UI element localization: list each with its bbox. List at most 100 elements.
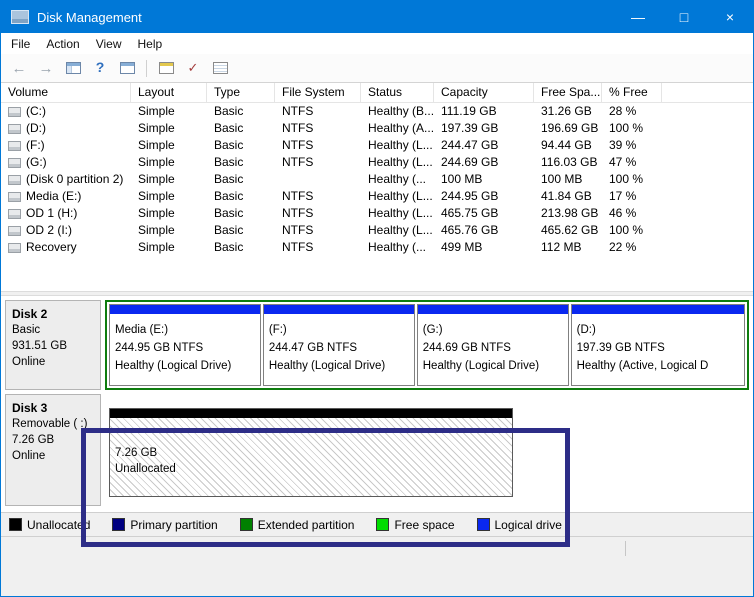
column-header[interactable]: File System	[275, 83, 361, 102]
close-button[interactable]: ×	[707, 1, 753, 33]
logical-drive-color-bar	[263, 305, 414, 314]
free-space-cell: 196.69 GB	[541, 121, 599, 135]
pct-free-cell: 100 %	[609, 223, 644, 237]
app-icon	[11, 10, 29, 24]
column-header[interactable]: Type	[207, 83, 275, 102]
partition-size: 244.47 GB NTFS	[268, 342, 358, 354]
disk-name: Disk 3	[12, 401, 48, 415]
drive-icon	[8, 191, 21, 202]
volume-row[interactable]: (F:) Simple Basic NTFS Healthy (L... 244…	[1, 137, 753, 154]
volume-row[interactable]: (C:) Simple Basic NTFS Healthy (B... 111…	[1, 103, 753, 120]
file-system-cell: NTFS	[282, 189, 314, 203]
type-cell: Basic	[214, 138, 244, 152]
volume-list-body: (C:) Simple Basic NTFS Healthy (B... 111…	[1, 103, 753, 256]
pct-free-cell: 100 %	[609, 121, 644, 135]
file-system-cell: NTFS	[282, 104, 314, 118]
partition[interactable]: (G:) 244.69 GB NTFS Healthy (Logical Dri…	[416, 304, 569, 386]
free-space-cell: 213.98 GB	[541, 206, 599, 220]
volume-row[interactable]: OD 1 (H:) Simple Basic NTFS Healthy (L..…	[1, 205, 753, 222]
disk-type: Removable ( :)	[12, 418, 88, 430]
volume-row[interactable]: Media (E:) Simple Basic NTFS Healthy (L.…	[1, 188, 753, 205]
unallocated-color-bar	[110, 409, 512, 418]
maximize-button[interactable]: □	[661, 1, 707, 33]
layout-cell: Simple	[138, 206, 175, 220]
column-header[interactable]: Volume	[1, 83, 131, 102]
unallocated-info: 7.26 GB Unallocated	[110, 418, 512, 477]
disk3-label[interactable]: Disk 3 Removable ( :) 7.26 GB Online	[5, 394, 101, 506]
console-tree-button[interactable]	[61, 57, 85, 79]
disk-name: Disk 2	[12, 307, 48, 321]
title-bar[interactable]: Disk Management — □ ×	[1, 1, 753, 33]
pct-free-cell: 39 %	[609, 138, 637, 152]
show-hide-pane-icon	[119, 62, 135, 74]
graphical-view: Disk 2 Basic 931.51 GB Online Media (E:)…	[1, 296, 753, 512]
menu-item[interactable]: File	[3, 35, 38, 53]
show-hide-pane-button[interactable]	[115, 57, 139, 79]
volume-row[interactable]: (D:) Simple Basic NTFS Healthy (A... 197…	[1, 120, 753, 137]
volume-row[interactable]: (G:) Simple Basic NTFS Healthy (L... 244…	[1, 154, 753, 171]
free-space-cell: 116.03 GB	[541, 155, 598, 169]
volume-cell: (G:)	[1, 154, 131, 171]
disk-size: 7.26 GB	[12, 434, 55, 446]
free-space-cell: 465.62 GB	[541, 223, 599, 237]
properties-list-button[interactable]	[208, 57, 232, 79]
drive-icon	[8, 140, 21, 151]
free-space-cell: 94.44 GB	[541, 138, 592, 152]
logical-drive-color-bar	[571, 305, 744, 314]
capacity-cell: 100 MB	[441, 172, 483, 186]
capacity-cell: 244.47 GB	[441, 138, 499, 152]
unallocated-partition[interactable]: 7.26 GB Unallocated	[109, 408, 513, 497]
back-button[interactable]: ←	[7, 57, 31, 79]
volume-row[interactable]: Recovery Simple Basic NTFS Healthy (... …	[1, 239, 753, 256]
column-header[interactable]: Status	[361, 83, 434, 102]
partition-name: (D:)	[576, 324, 596, 336]
legend-bar: Unallocated Primary partition Extended p…	[1, 512, 753, 536]
export-list-button[interactable]	[154, 57, 178, 79]
capacity-cell: 465.75 GB	[441, 206, 499, 220]
layout-cell: Simple	[138, 189, 175, 203]
type-cell: Basic	[214, 104, 244, 118]
file-system-cell: NTFS	[282, 206, 314, 220]
type-cell: Basic	[214, 223, 244, 237]
partition[interactable]: Media (E:) 244.95 GB NTFS Healthy (Logic…	[109, 304, 261, 386]
column-header[interactable]: Layout	[131, 83, 207, 102]
partition-size: 197.39 GB NTFS	[576, 342, 665, 354]
forward-button[interactable]: →	[34, 57, 58, 79]
disk-status: Online	[12, 356, 46, 368]
menu-item[interactable]: Action	[38, 35, 87, 53]
volume-cell: OD 2 (I:)	[1, 222, 131, 239]
disk2-label[interactable]: Disk 2 Basic 931.51 GB Online	[5, 300, 101, 390]
menu-item[interactable]: View	[88, 35, 130, 53]
volume-name: (Disk 0 partition 2)	[26, 172, 124, 186]
status-cell: Healthy (L...	[368, 155, 433, 169]
partition-size: 244.69 GB NTFS	[422, 342, 511, 354]
volume-list-header: Volume Layout Type File System Status Ca…	[1, 83, 753, 103]
pct-free-cell: 46 %	[609, 206, 637, 220]
column-header[interactable]: Capacity	[434, 83, 534, 102]
help-button[interactable]	[88, 57, 112, 79]
volume-row[interactable]: (Disk 0 partition 2) Simple Basic Health…	[1, 171, 753, 188]
partition[interactable]: (F:) 244.47 GB NTFS Healthy (Logical Dri…	[262, 304, 415, 386]
menu-item[interactable]: Help	[130, 35, 171, 53]
minimize-button[interactable]: —	[615, 1, 661, 33]
capacity-cell: 111.19 GB	[441, 104, 497, 118]
type-cell: Basic	[214, 240, 244, 254]
volume-cell: (C:)	[1, 103, 131, 120]
check-icon	[188, 59, 199, 77]
layout-cell: Simple	[138, 104, 175, 118]
layout-cell: Simple	[138, 121, 175, 135]
check-button[interactable]	[181, 57, 205, 79]
unallocated-label: Unallocated	[115, 463, 176, 475]
column-header[interactable]: Free Spa...	[534, 83, 602, 102]
layout-cell: Simple	[138, 155, 175, 169]
status-cell: Healthy (A...	[368, 121, 434, 135]
drive-icon	[8, 123, 21, 134]
volume-row[interactable]: OD 2 (I:) Simple Basic NTFS Healthy (L..…	[1, 222, 753, 239]
partition-name: Media (E:)	[115, 324, 169, 336]
column-header[interactable]: % Free	[602, 83, 662, 102]
volume-cell: (D:)	[1, 120, 131, 137]
pct-free-cell: 22 %	[609, 240, 637, 254]
partition[interactable]: (D:) 197.39 GB NTFS Healthy (Active, Log…	[570, 304, 745, 386]
drive-icon	[8, 242, 21, 253]
status-cell: Healthy (...	[368, 172, 427, 186]
